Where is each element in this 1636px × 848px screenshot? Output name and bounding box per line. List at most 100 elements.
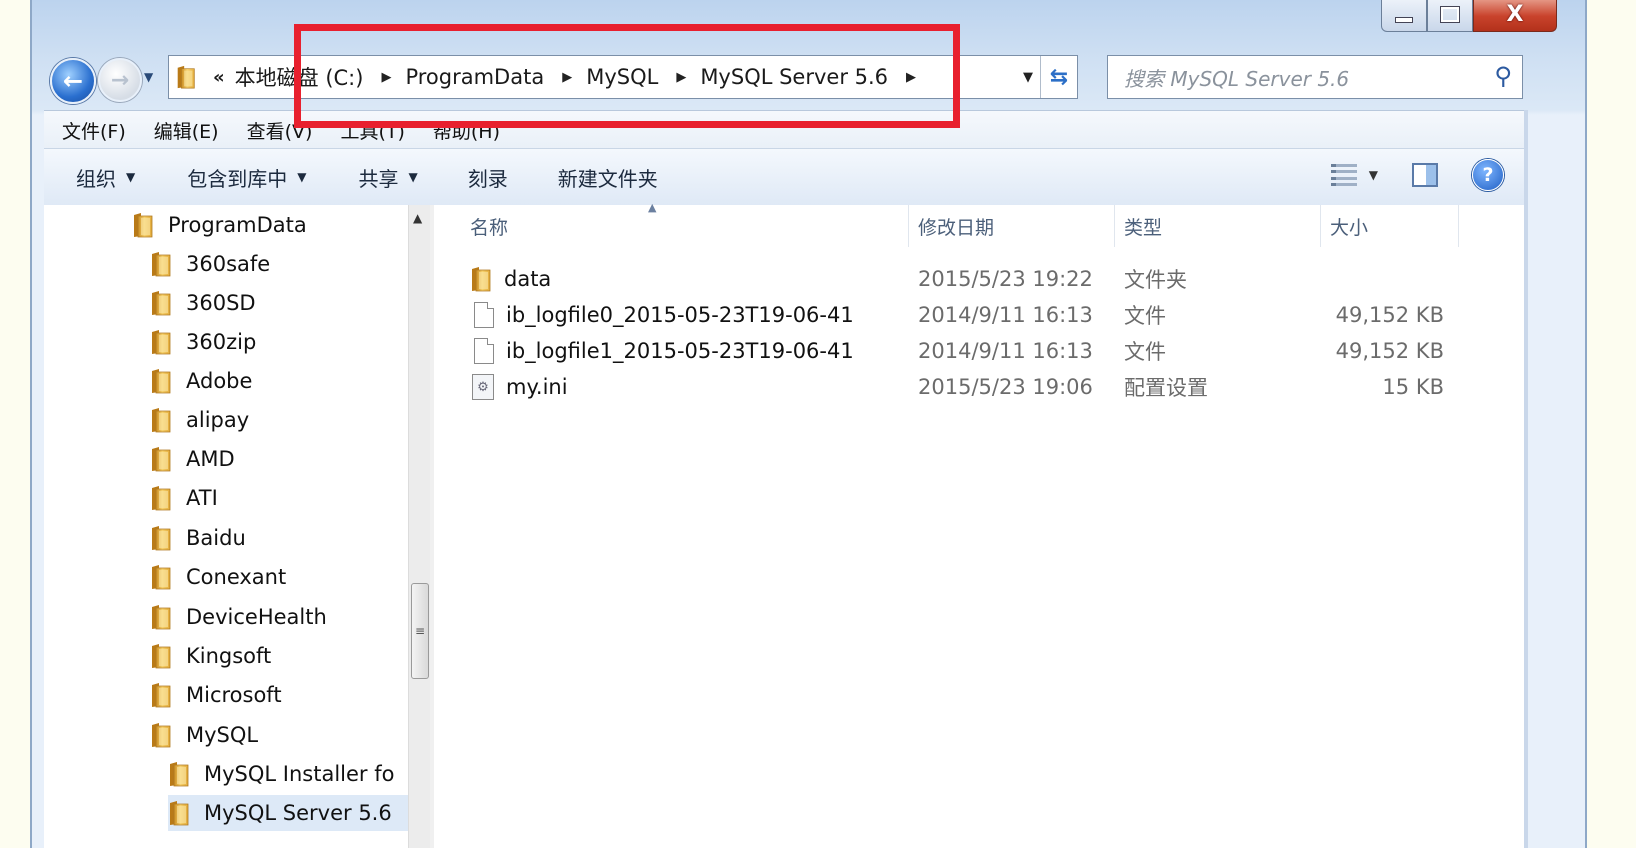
column-label: 修改日期 — [918, 216, 995, 239]
breadcrumb-item[interactable]: MySQL — [586, 65, 658, 89]
forward-button[interactable]: → — [98, 58, 142, 102]
search-icon[interactable]: ⚲ — [1494, 62, 1512, 90]
new-folder-button[interactable]: 新建文件夹 — [558, 163, 658, 192]
breadcrumb-item[interactable]: 本地磁盘 (C:) — [235, 62, 364, 92]
preview-pane-icon[interactable] — [1412, 163, 1438, 187]
tree-item-label: ProgramData — [168, 213, 307, 237]
tree-item[interactable]: Baidu — [150, 520, 246, 556]
breadcrumb-separator[interactable]: ▶ — [676, 70, 686, 85]
file-type: 文件 — [1124, 304, 1166, 328]
tree-item[interactable]: DeviceHealth — [150, 599, 327, 635]
tree-item[interactable]: 360SD — [150, 285, 256, 321]
tree-item[interactable]: ATI — [150, 480, 218, 516]
breadcrumb-separator[interactable]: ▶ — [381, 70, 391, 85]
table-row[interactable]: ib_logfile1_2015-05-23T19-06-41 2014/9/1… — [434, 333, 1524, 369]
column-divider[interactable] — [1114, 205, 1115, 247]
tree-item-label: AMD — [186, 447, 235, 471]
search-placeholder: 搜索 MySQL Server 5.6 — [1124, 66, 1350, 91]
menu-help[interactable]: 帮助(H) — [433, 117, 500, 144]
maximize-button[interactable] — [1427, 0, 1473, 32]
address-bar[interactable]: « 本地磁盘 (C:) ▶ ProgramData ▶ MySQL ▶ MySQ… — [168, 55, 1078, 99]
tree-item-label: Conexant — [186, 565, 287, 589]
table-row[interactable]: ib_logfile0_2015-05-23T19-06-41 2014/9/1… — [434, 297, 1524, 333]
column-header-type[interactable]: 类型 — [1124, 205, 1162, 247]
tree-item[interactable]: Microsoft — [150, 677, 282, 713]
navigation-scrollbar[interactable]: ▲ ≡ — [408, 205, 431, 848]
file-modified: 2014/9/11 16:13 — [918, 303, 1093, 327]
column-divider[interactable] — [908, 205, 909, 247]
chevron-down-icon: ▼ — [1023, 69, 1033, 85]
file-type: 配置设置 — [1124, 376, 1208, 400]
tree-item-programdata[interactable]: ProgramData — [132, 207, 307, 243]
file-size: 49,152 KB — [1335, 303, 1444, 327]
folder-icon — [150, 722, 172, 748]
column-divider[interactable] — [1458, 205, 1459, 247]
file-size: 15 KB — [1382, 375, 1444, 399]
recent-pages-dropdown[interactable]: ▼ — [144, 70, 153, 84]
explorer-window: X ← → ▼ « 本地磁盘 (C:) ▶ ProgramData ▶ MySQ… — [30, 0, 1587, 848]
tree-item-label: MySQL Server 5.6 — [204, 801, 392, 825]
file-icon — [474, 338, 494, 364]
help-icon[interactable]: ? — [1472, 159, 1504, 191]
table-row[interactable]: data 2015/5/23 19:22 文件夹 — [434, 261, 1524, 297]
tree-item[interactable]: Conexant — [150, 559, 286, 595]
tree-item[interactable]: 360zip — [150, 324, 256, 360]
menu-file[interactable]: 文件(F) — [62, 117, 126, 144]
tree-item[interactable]: MySQL Installer fo — [168, 756, 394, 792]
column-header-modified[interactable]: 修改日期 — [918, 205, 994, 247]
share-button[interactable]: 共享 ▼ — [358, 163, 417, 192]
menu-tools[interactable]: 工具(T) — [340, 117, 404, 144]
chevron-down-icon: ▼ — [408, 170, 418, 184]
tree-item[interactable]: Kingsoft — [150, 638, 271, 674]
tree-item-label: 360SD — [186, 291, 256, 315]
file-size: 49,152 KB — [1335, 339, 1444, 363]
breadcrumb-overflow[interactable]: « — [213, 67, 225, 88]
tree-item-mysql[interactable]: MySQL — [150, 717, 258, 753]
new-folder-label: 新建文件夹 — [557, 166, 658, 191]
breadcrumb-separator[interactable]: ▶ — [562, 70, 572, 85]
menu-edit[interactable]: 编辑(E) — [154, 117, 219, 144]
maximize-icon — [1440, 6, 1460, 23]
tree-item[interactable]: AMD — [150, 441, 235, 477]
scrollbar-thumb[interactable]: ≡ — [411, 583, 429, 679]
breadcrumb-item[interactable]: ProgramData — [405, 65, 544, 89]
folder-icon — [168, 761, 190, 787]
tree-item[interactable]: Adobe — [150, 363, 252, 399]
breadcrumb-separator[interactable]: ▶ — [906, 70, 916, 85]
view-options-icon[interactable] — [1330, 164, 1357, 186]
table-row[interactable]: ⚙ my.ini 2015/5/23 19:06 配置设置 15 KB — [434, 369, 1524, 405]
tree-item-label: Baidu — [186, 526, 246, 550]
column-header-size[interactable]: 大小 — [1330, 205, 1368, 247]
file-size — [1330, 261, 1444, 297]
folder-icon — [150, 525, 172, 551]
column-header-name[interactable]: 名称 — [470, 205, 508, 247]
burn-button[interactable]: 刻录 — [468, 163, 508, 192]
address-dropdown-button[interactable]: ▼ — [1015, 56, 1041, 98]
minimize-button[interactable] — [1381, 0, 1427, 32]
sort-ascending-icon: ▲ — [648, 201, 657, 214]
organize-button[interactable]: 组织 ▼ — [76, 163, 135, 192]
folder-icon — [150, 485, 172, 511]
tree-item[interactable]: alipay — [150, 402, 249, 438]
scroll-up-icon[interactable]: ▲ — [413, 211, 422, 225]
back-arrow-icon: ← — [62, 67, 84, 95]
folder-icon — [150, 604, 172, 630]
folder-icon — [132, 212, 154, 238]
folder-icon — [150, 329, 172, 355]
view-dropdown[interactable]: ▼ — [1369, 168, 1378, 182]
tree-item[interactable]: 360safe — [150, 246, 270, 282]
tree-item-selected[interactable]: MySQL Server 5.6 — [168, 795, 408, 831]
menu-view[interactable]: 查看(V) — [247, 117, 313, 144]
breadcrumb-item[interactable]: MySQL Server 5.6 — [700, 65, 888, 89]
back-button[interactable]: ← — [50, 58, 96, 104]
search-input[interactable]: 搜索 MySQL Server 5.6 ⚲ — [1107, 55, 1523, 99]
refresh-button[interactable]: ⇆ — [1040, 56, 1077, 98]
file-name-cell: ib_logfile0_2015-05-23T19-06-41 — [474, 297, 854, 333]
include-in-library-button[interactable]: 包含到库中 ▼ — [187, 163, 306, 192]
organize-label: 组织 — [76, 166, 116, 191]
column-divider[interactable] — [1320, 205, 1321, 247]
tree-item-label: ATI — [186, 486, 218, 510]
column-label: 大小 — [1330, 216, 1369, 239]
close-icon: X — [1506, 2, 1524, 27]
close-button[interactable]: X — [1473, 0, 1557, 32]
